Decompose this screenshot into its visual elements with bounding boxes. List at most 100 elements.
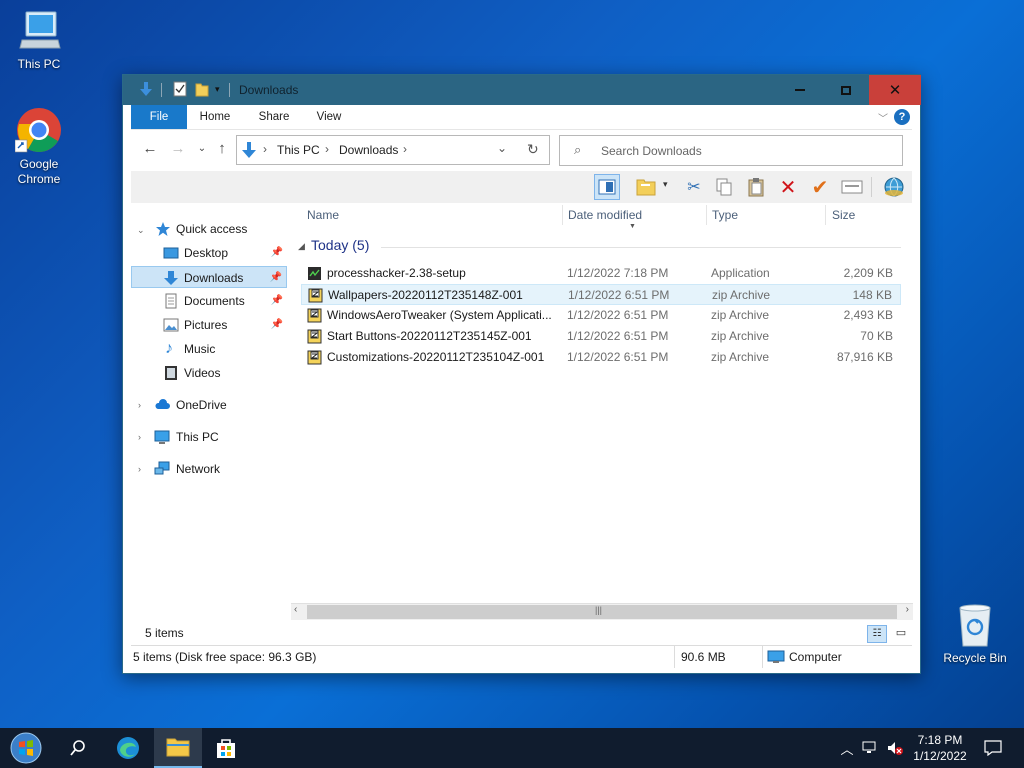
forward-button[interactable]: → (169, 140, 187, 158)
file-row[interactable]: Wallpapers-20220112T235148Z-001 1/12/202… (301, 284, 901, 305)
refresh-icon[interactable]: ↻ (527, 141, 539, 158)
column-header-size[interactable]: Size (832, 203, 855, 227)
nav-label: Desktop (184, 246, 229, 260)
qat-dropdown-icon[interactable]: ▾ (215, 84, 220, 95)
tab-view[interactable]: View (303, 105, 355, 129)
column-divider[interactable] (825, 205, 826, 225)
maximize-icon (841, 85, 851, 95)
network-share-button[interactable] (881, 174, 907, 200)
file-type: zip Archive (712, 288, 771, 302)
search-box[interactable]: ⌕ Search Downloads (559, 135, 903, 166)
nav-network[interactable]: Network (131, 458, 287, 480)
close-icon: ✕ (888, 82, 902, 99)
nav-this-pc[interactable]: This PC (131, 426, 287, 448)
nav-quick-access[interactable]: Quick access (131, 218, 287, 240)
new-item-dropdown-icon[interactable]: ▾ (663, 179, 668, 190)
rename-button[interactable]: ✔ (807, 174, 833, 200)
clock[interactable]: 7:18 PM 1/12/2022 (908, 732, 972, 764)
scroll-right-icon[interactable]: › (906, 604, 909, 615)
nav-videos[interactable]: Videos (131, 362, 287, 384)
nav-pictures[interactable]: Pictures 📌 (131, 314, 287, 336)
action-center-button[interactable] (978, 728, 1008, 768)
taskbar-store[interactable] (202, 728, 250, 768)
desktop-folder-icon (163, 247, 179, 259)
details-view-button[interactable]: ☷ (867, 625, 887, 643)
close-button[interactable]: ✕ (869, 75, 921, 105)
taskbar-file-explorer[interactable] (154, 728, 202, 768)
clock-date: 1/12/2022 (913, 749, 967, 763)
column-divider[interactable] (706, 205, 707, 225)
address-history-dropdown-icon[interactable]: ⌄ (497, 141, 507, 155)
command-toolbar: ▾ ✂ ✕ ✔ (131, 171, 912, 203)
network-status-icon[interactable] (860, 728, 882, 768)
taskbar-edge[interactable] (104, 728, 152, 768)
breadcrumb-chevron-icon[interactable]: › (325, 142, 329, 156)
start-button[interactable] (2, 728, 50, 768)
volume-icon[interactable] (884, 728, 906, 768)
properties-icon[interactable] (173, 81, 187, 97)
desktop-icon-google-chrome[interactable]: Google Chrome (1, 106, 77, 187)
file-row[interactable]: Customizations-20220112T235104Z-001 1/12… (301, 347, 901, 368)
new-folder-icon[interactable] (195, 81, 209, 97)
delete-button[interactable]: ✕ (775, 174, 801, 200)
breadcrumb-this-pc[interactable]: This PC (277, 143, 320, 157)
column-header-type[interactable]: Type (712, 203, 738, 227)
title-bar[interactable]: ▾ Downloads ✕ (123, 75, 921, 105)
new-item-button[interactable] (633, 174, 659, 200)
horizontal-scrollbar[interactable]: ‹ ||| › (291, 603, 913, 620)
file-row[interactable]: WindowsAeroTweaker (System Applicati... … (301, 305, 901, 326)
nav-label: Pictures (184, 318, 228, 332)
zip-archive-icon (307, 308, 322, 323)
checkmark-icon: ✔ (811, 176, 829, 199)
group-collapse-icon[interactable]: ◢ (298, 241, 305, 252)
pin-icon[interactable]: 📌 (271, 242, 283, 264)
help-icon[interactable]: ? (894, 109, 910, 125)
file-name: WindowsAeroTweaker (System Applicati... (327, 308, 552, 322)
file-size: 70 KB (860, 329, 893, 343)
nav-downloads[interactable]: Downloads 📌 (131, 266, 287, 288)
tab-file[interactable]: File (131, 105, 187, 129)
large-icons-view-button[interactable]: ▭ (891, 625, 911, 643)
zip-archive-icon (307, 350, 322, 365)
desktop-icon-this-pc[interactable]: This PC (1, 10, 77, 72)
window-title: Downloads (239, 83, 299, 97)
address-bar[interactable]: › This PC › Downloads › ⌄ ↻ (236, 135, 550, 165)
column-header-name[interactable]: Name (307, 203, 339, 227)
back-button[interactable]: ← (141, 140, 159, 158)
edge-icon (117, 737, 139, 759)
pin-icon[interactable]: 📌 (271, 290, 283, 312)
minimize-button[interactable] (777, 75, 823, 105)
copy-button[interactable] (711, 174, 737, 200)
group-header[interactable]: Today (5) (311, 237, 369, 253)
nav-desktop[interactable]: Desktop 📌 (131, 242, 287, 264)
desktop-icon-recycle-bin[interactable]: Recycle Bin (937, 602, 1013, 666)
file-row[interactable]: processhacker-2.38-setup 1/12/2022 7:18 … (301, 263, 901, 284)
properties-button[interactable] (839, 174, 865, 200)
breadcrumb-chevron-icon[interactable]: › (263, 142, 267, 156)
zip-archive-icon (308, 288, 323, 303)
column-divider[interactable] (562, 205, 563, 225)
up-button[interactable]: ↑ (213, 140, 231, 158)
pin-icon[interactable]: 📌 (271, 314, 283, 336)
cut-button[interactable]: ✂ (681, 174, 707, 200)
nav-onedrive[interactable]: OneDrive (131, 394, 287, 416)
minimize-icon (795, 89, 805, 91)
scrollbar-thumb[interactable]: ||| (307, 605, 897, 619)
explorer-window: ▾ Downloads ✕ File Home Share View ﹀ ? ←… (122, 74, 921, 674)
pin-icon[interactable]: 📌 (270, 267, 282, 289)
recent-locations-icon[interactable]: ⌄ (193, 140, 211, 158)
nav-documents[interactable]: Documents 📌 (131, 290, 287, 312)
paste-button[interactable] (743, 174, 769, 200)
breadcrumb-chevron-icon[interactable]: › (403, 142, 407, 156)
preview-pane-button[interactable] (594, 174, 620, 200)
nav-music[interactable]: ♪ Music (131, 338, 287, 360)
breadcrumb-downloads[interactable]: Downloads (339, 143, 398, 157)
file-row[interactable]: Start Buttons-20220112T235145Z-001 1/12/… (301, 326, 901, 347)
scroll-left-icon[interactable]: ‹ (294, 604, 297, 615)
maximize-button[interactable] (823, 75, 869, 105)
tab-home[interactable]: Home (187, 105, 243, 129)
search-button[interactable] (54, 728, 102, 768)
tab-share[interactable]: Share (247, 105, 301, 129)
show-hidden-icons[interactable]: ︿ (838, 728, 856, 768)
expand-ribbon-icon[interactable]: ﹀ (878, 110, 888, 125)
